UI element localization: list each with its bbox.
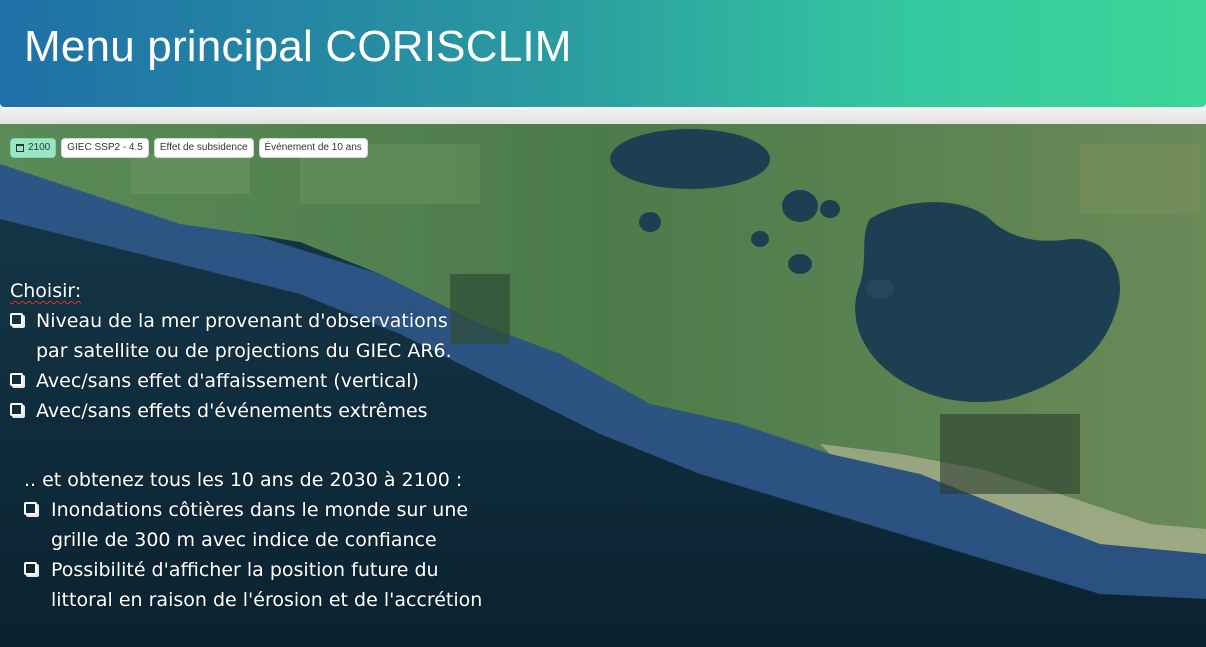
results-section: .. et obtenez tous les 10 ans de 2030 à … <box>24 465 482 615</box>
year-chip[interactable]: 2100 <box>10 138 57 158</box>
subsidence-chip-label: Effet de subsidence <box>159 142 248 153</box>
page-title: Menu principal CORISCLIM <box>24 22 572 71</box>
list-item-text: Inondations côtières dans le monde sur u… <box>51 499 469 521</box>
results-lead: .. et obtenez tous les 10 ans de 2030 à … <box>24 469 463 491</box>
list-item-text: Avec/sans effets d'événements extrêmes <box>36 400 428 422</box>
checkbox-icon <box>10 313 23 326</box>
list-item: Avec/sans effet d'affaissement (vertical… <box>10 366 452 396</box>
checkbox-icon <box>24 502 37 515</box>
list-item-text: Avec/sans effet d'affaissement (vertical… <box>36 370 419 392</box>
list-item-text: par satellite ou de projections du GIEC … <box>36 340 452 362</box>
header-divider <box>0 107 1206 124</box>
list-item-text: littoral en raison de l'érosion et de l'… <box>51 589 483 611</box>
checkbox-icon <box>24 562 37 575</box>
year-chip-label: 2100 <box>28 142 51 153</box>
scenario-chip-label: GIEC SSP2 - 4.5 <box>67 142 143 153</box>
filter-chips: 2100 GIEC SSP2 - 4.5 Effet de subsidence… <box>10 138 368 158</box>
event-chip-label: Événement de 10 ans <box>264 142 362 153</box>
choose-section: Choisir: Niveau de la mer provenant d'ob… <box>10 276 452 426</box>
choose-title: Choisir: <box>10 280 82 302</box>
list-item-text: Niveau de la mer provenant d'observation… <box>36 310 448 332</box>
list-item: Avec/sans effets d'événements extrêmes <box>10 396 452 426</box>
list-item: Inondations côtières dans le monde sur u… <box>24 495 482 555</box>
event-chip[interactable]: Événement de 10 ans <box>258 138 368 158</box>
calendar-icon <box>16 144 24 152</box>
subsidence-chip[interactable]: Effet de subsidence <box>153 138 254 158</box>
list-item: Possibilité d'afficher la position futur… <box>24 555 482 615</box>
app-header: Menu principal CORISCLIM <box>0 0 1206 107</box>
checkbox-icon <box>10 403 23 416</box>
list-item-text: grille de 300 m avec indice de confiance <box>51 529 437 551</box>
list-item-text: Possibilité d'afficher la position futur… <box>51 559 439 581</box>
list-item: Niveau de la mer provenant d'observation… <box>10 306 452 366</box>
checkbox-icon <box>10 373 23 386</box>
satellite-map[interactable]: 2100 GIEC SSP2 - 4.5 Effet de subsidence… <box>0 124 1206 647</box>
scenario-chip[interactable]: GIEC SSP2 - 4.5 <box>61 138 149 158</box>
